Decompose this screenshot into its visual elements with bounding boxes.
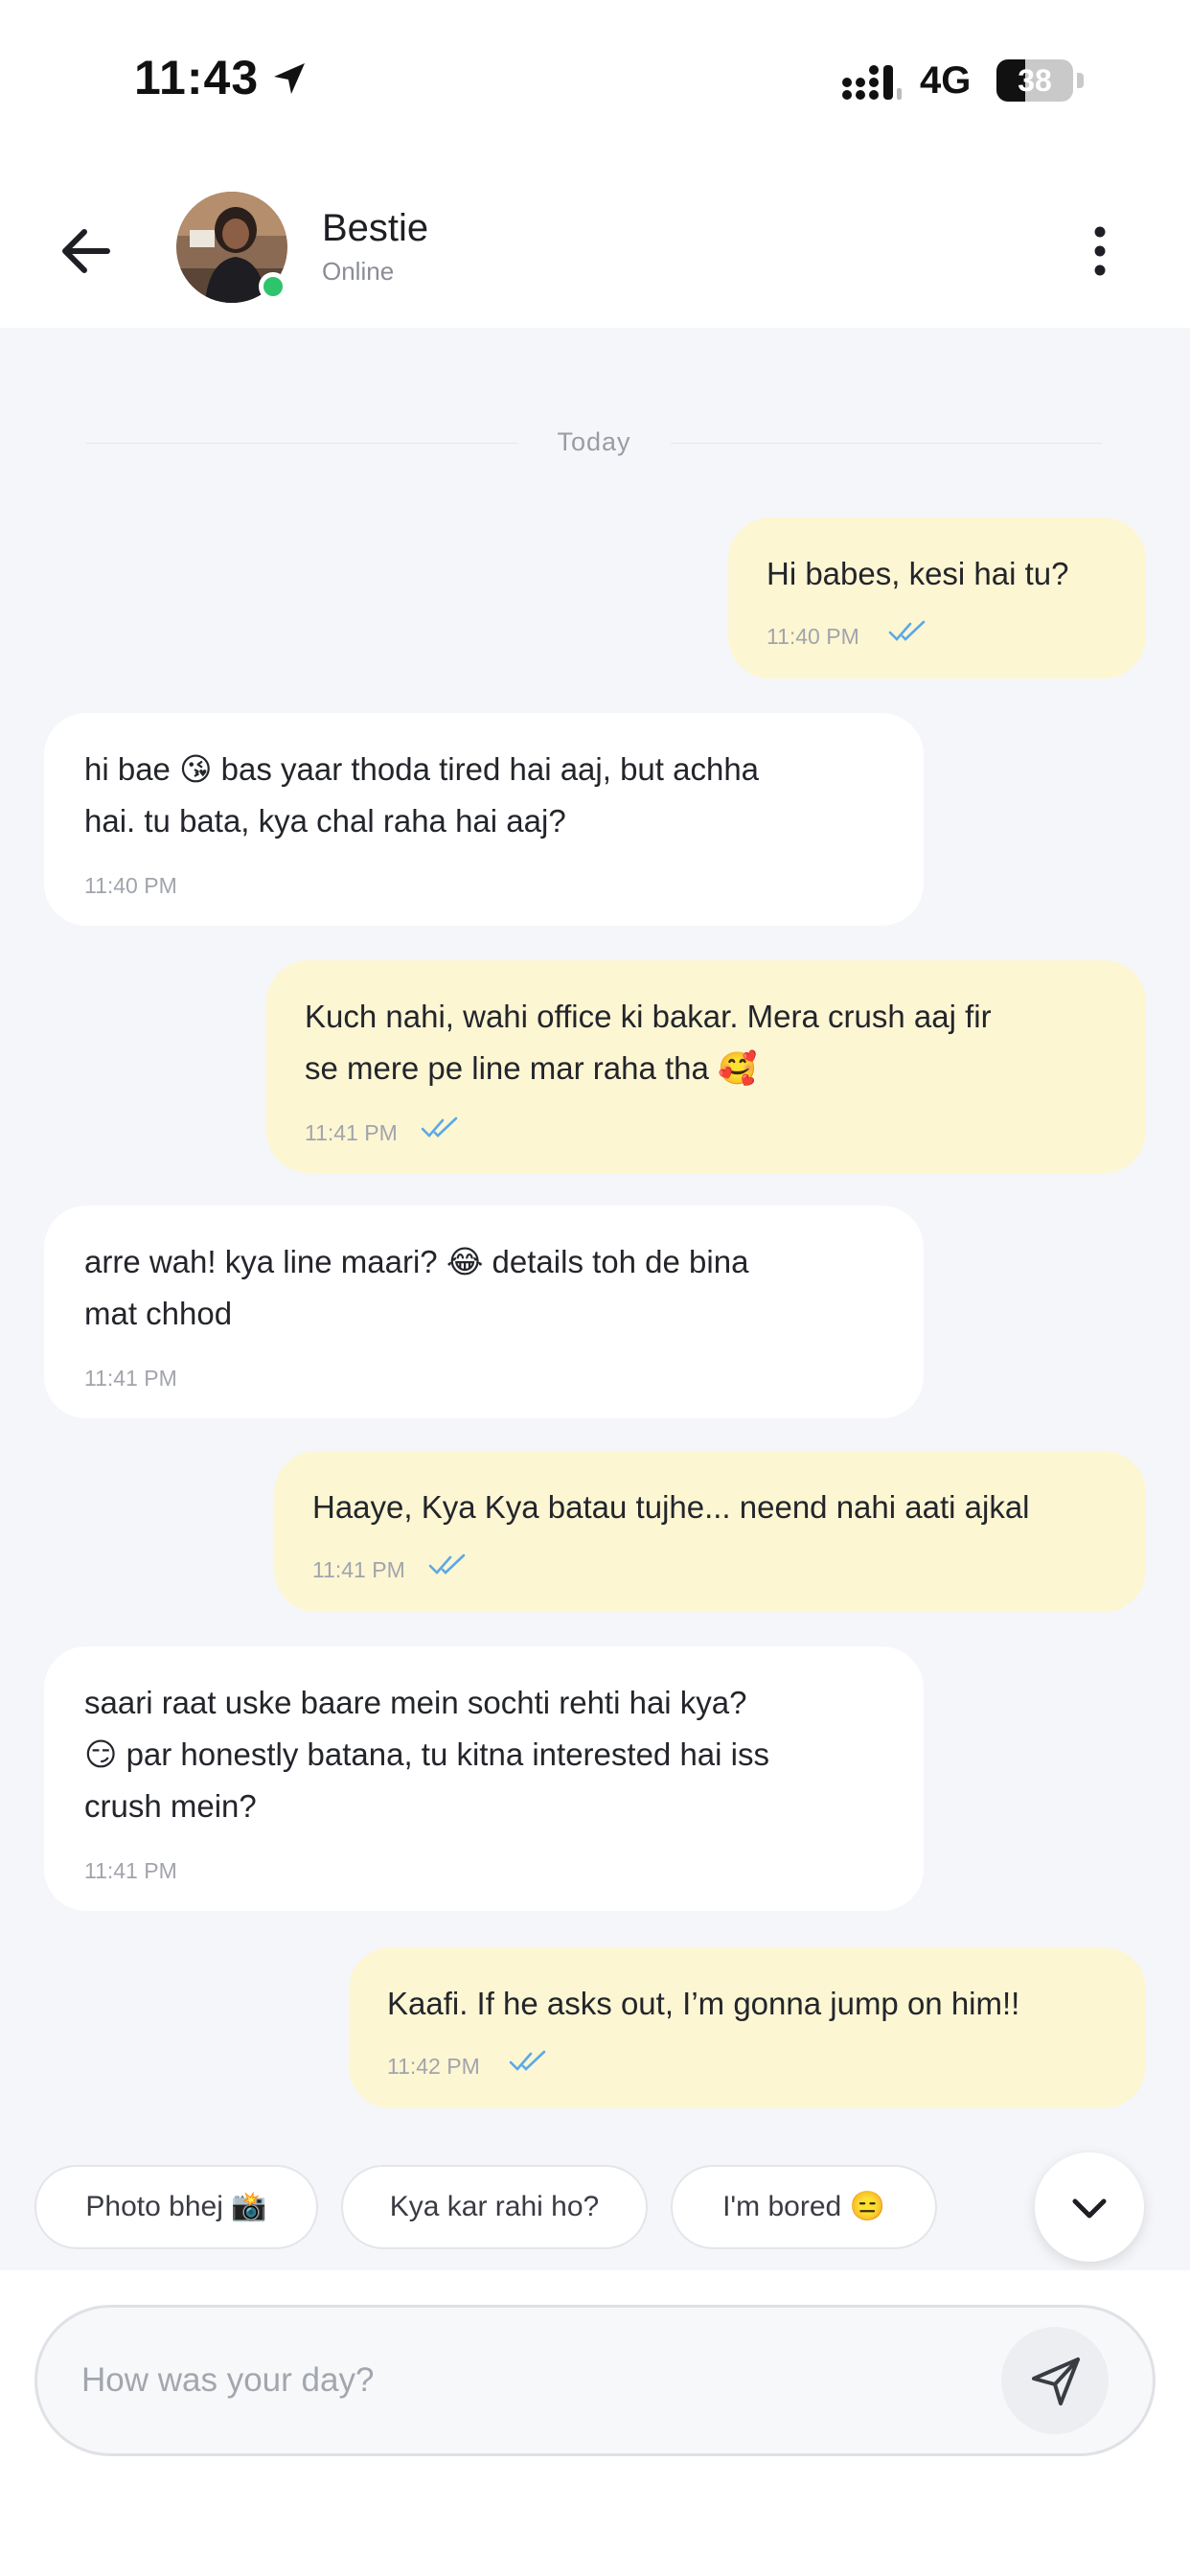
message-list[interactable]: Today Hi babes, kesi hai tu? 11:40 PM hi…: [0, 328, 1190, 2144]
date-divider-label: Today: [557, 427, 631, 456]
chevron-down-icon: [1072, 2198, 1107, 2219]
message-text: saari raat uske baare mein sochti rehti …: [84, 1685, 747, 1720]
suggestion-chip-bored[interactable]: I'm bored 😑: [671, 2165, 937, 2249]
contact-status: Online: [322, 257, 395, 286]
message-text: mat chhod: [84, 1296, 233, 1331]
more-vertical-icon[interactable]: [1071, 213, 1129, 289]
outgoing-message[interactable]: Hi babes, kesi hai tu? 11:40 PM: [728, 518, 1146, 678]
read-receipt-icon: [421, 1116, 458, 1138]
message-text: hai. tu bata, kya chal raha hai aaj?: [84, 803, 566, 839]
message-time: 11:41 PM: [84, 1858, 177, 1883]
message-time: 11:41 PM: [305, 1120, 398, 1145]
outgoing-message[interactable]: Haaye, Kya Kya batau tujhe... neend nahi…: [274, 1451, 1146, 1612]
read-receipt-icon: [428, 1553, 466, 1575]
message-composer: [0, 2270, 1190, 2576]
read-receipt-icon: [888, 620, 926, 641]
message-input-container: [34, 2305, 1156, 2456]
battery-icon: 38: [996, 59, 1085, 102]
suggestion-chip-photo[interactable]: Photo bhej 📸: [34, 2165, 318, 2249]
send-icon: [1032, 2358, 1080, 2405]
message-text: hi bae 😘 bas yaar thoda tired hai aaj, b…: [84, 751, 760, 787]
scroll-to-bottom-button[interactable]: [1035, 2152, 1144, 2262]
message-time: 11:41 PM: [84, 1366, 177, 1391]
message-text: Kaafi. If he asks out, I’m gonna jump on…: [387, 1986, 1020, 2021]
message-text: Hi babes, kesi hai tu?: [767, 556, 1069, 591]
message-time: 11:40 PM: [84, 873, 177, 898]
online-indicator: [259, 272, 287, 301]
message-time: 11:42 PM: [387, 2054, 480, 2079]
incoming-message[interactable]: hi bae 😘 bas yaar thoda tired hai aaj, b…: [44, 713, 924, 926]
status-time: 11:43: [134, 51, 260, 104]
message-text: crush mein?: [84, 1788, 257, 1824]
read-receipt-icon: [509, 2050, 546, 2071]
message-text: Haaye, Kya Kya batau tujhe... neend nahi…: [312, 1489, 1030, 1525]
suggestion-chip-kya-kar-rahi-ho[interactable]: Kya kar rahi ho?: [341, 2165, 648, 2249]
battery-percentage: 38: [1018, 63, 1052, 98]
date-divider: Today: [86, 424, 1102, 462]
quick-reply-suggestions: Photo bhej 📸 Kya kar rahi ho? I'm bored …: [0, 2144, 1190, 2270]
status-bar: 11:43 4G 38: [0, 0, 1190, 163]
outgoing-message[interactable]: Kuch nahi, wahi office ki bakar. Mera cr…: [266, 960, 1146, 1173]
message-input[interactable]: [81, 2346, 973, 2415]
message-text: Kuch nahi, wahi office ki bakar. Mera cr…: [305, 999, 992, 1034]
incoming-message[interactable]: arre wah! kya line maari? 😂 details toh …: [44, 1206, 924, 1418]
message-time: 11:41 PM: [312, 1557, 405, 1582]
location-arrow-icon: [274, 63, 305, 94]
network-type-label: 4G: [920, 59, 972, 102]
chat-header: Bestie Online: [0, 163, 1190, 328]
message-time: 11:40 PM: [767, 624, 859, 649]
message-text: se mere pe line mar raha tha 🥰: [305, 1050, 758, 1086]
message-text: arre wah! kya line maari? 😂 details toh …: [84, 1244, 749, 1279]
send-button[interactable]: [1001, 2327, 1109, 2434]
contact-name[interactable]: Bestie: [322, 207, 428, 250]
incoming-message[interactable]: saari raat uske baare mein sochti rehti …: [44, 1646, 924, 1911]
outgoing-message[interactable]: Kaafi. If he asks out, I’m gonna jump on…: [349, 1947, 1146, 2108]
back-arrow-icon[interactable]: [50, 213, 126, 289]
signal-bars-icon: [842, 65, 902, 100]
message-text: 😏 par honestly batana, tu kitna interest…: [84, 1736, 769, 1772]
